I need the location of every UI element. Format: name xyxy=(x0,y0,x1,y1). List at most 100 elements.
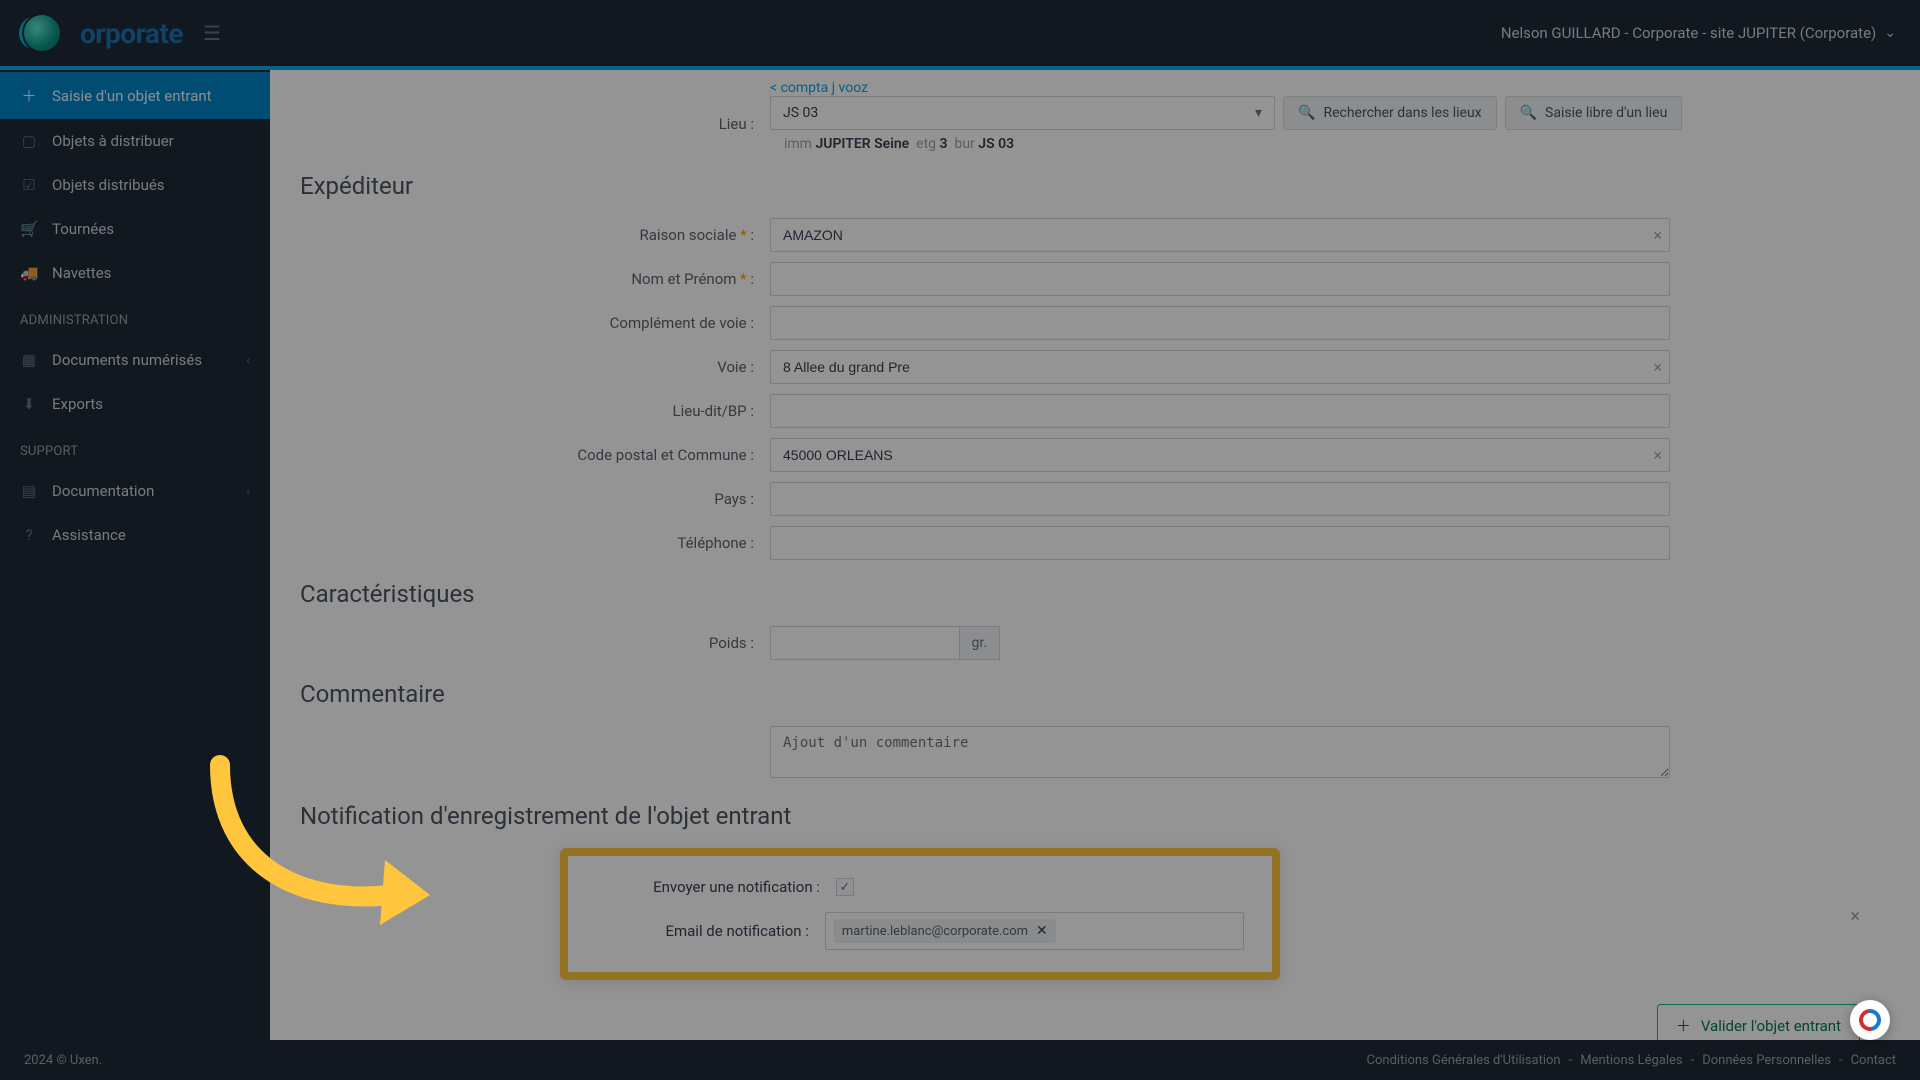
raison-sociale-input[interactable] xyxy=(770,218,1670,252)
clear-icon[interactable]: × xyxy=(1653,446,1662,465)
envoyer-notif-checkbox[interactable]: ✓ xyxy=(836,878,854,896)
chip-remove-icon[interactable]: ✕ xyxy=(1036,923,1048,939)
poids-label: Poids : xyxy=(300,634,770,652)
plus-icon: ＋ xyxy=(1676,1015,1691,1036)
pays-input[interactable] xyxy=(770,482,1670,516)
footer-link-contact[interactable]: Contact xyxy=(1851,1053,1896,1068)
search-icon: 🔍 xyxy=(1298,105,1315,121)
footer-copyright: 2024 © Uxen. xyxy=(24,1053,102,1068)
clear-email-icon[interactable]: × xyxy=(1850,906,1860,927)
sidebar-section-support: SUPPORT xyxy=(0,426,270,469)
support-chat-icon xyxy=(1855,1005,1886,1036)
complement-voie-label: Complément de voie : xyxy=(300,314,770,332)
lieu-value: JS 03 xyxy=(783,105,818,121)
sidebar-item-label: Tournées xyxy=(52,220,114,238)
sidebar-item-objets-distribues[interactable]: ☑ Objets distribués xyxy=(0,163,270,207)
search-lieux-button[interactable]: 🔍 Rechercher dans les lieux xyxy=(1283,96,1497,130)
sidebar-item-tournees[interactable]: 🛒 Tournées xyxy=(0,207,270,251)
chevron-down-icon: ⌄ xyxy=(1884,25,1896,41)
sidebar-item-objets-distribuer[interactable]: ▢ Objets à distribuer xyxy=(0,119,270,163)
sidebar-item-label: Saisie d'un objet entrant xyxy=(52,87,212,105)
clear-icon[interactable]: × xyxy=(1653,226,1662,245)
telephone-label: Téléphone : xyxy=(300,534,770,552)
sidebar-section-administration: ADMINISTRATION xyxy=(0,295,270,338)
brand-block: orporate ☰ xyxy=(24,15,221,51)
validate-button[interactable]: ＋ Valider l'objet entrant xyxy=(1657,1004,1860,1040)
truck-icon: 🚚 xyxy=(20,264,38,282)
notification-panel: Envoyer une notification : ✓ Email de no… xyxy=(560,848,1280,980)
download-icon: ⬇ xyxy=(20,395,38,413)
sidebar-item-documentation[interactable]: ▤ Documentation ‹ xyxy=(0,469,270,513)
nom-prenom-label: Nom et Prénom * : xyxy=(300,270,770,288)
button-label: Saisie libre d'un lieu xyxy=(1545,105,1667,121)
cart-icon: 🛒 xyxy=(20,220,38,238)
grid-icon: ▦ xyxy=(20,351,38,369)
user-menu[interactable]: Nelson GUILLARD - Corporate - site JUPIT… xyxy=(1501,24,1896,42)
caret-down-icon: ▾ xyxy=(1255,105,1262,121)
chevron-left-icon: ‹ xyxy=(246,353,250,367)
footer: 2024 © Uxen. Conditions Générales d'Util… xyxy=(0,1040,1920,1080)
cp-commune-label: Code postal et Commune : xyxy=(300,446,770,464)
clear-icon[interactable]: × xyxy=(1653,358,1662,377)
sidebar-item-saisie-entrant[interactable]: ＋ Saisie d'un objet entrant xyxy=(0,72,270,119)
comment-textarea[interactable] xyxy=(770,726,1670,778)
email-chip-text: martine.leblanc@corporate.com xyxy=(842,924,1028,939)
sidebar-item-exports[interactable]: ⬇ Exports xyxy=(0,382,270,426)
email-chip: martine.leblanc@corporate.com ✕ xyxy=(834,919,1056,943)
support-chat-button[interactable] xyxy=(1850,1000,1890,1040)
section-expediteur: Expéditeur xyxy=(300,172,1890,200)
sidebar-item-navettes[interactable]: 🚚 Navettes xyxy=(0,251,270,295)
chevron-left-icon: ‹ xyxy=(246,484,250,498)
cp-commune-input[interactable] xyxy=(770,438,1670,472)
sidebar-item-label: Objets à distribuer xyxy=(52,132,174,150)
poids-unit: gr. xyxy=(960,626,1000,660)
sidebar-item-documents-numerises[interactable]: ▦ Documents numérisés ‹ xyxy=(0,338,270,382)
section-caracteristiques: Caractéristiques xyxy=(300,580,1890,608)
lieu-dit-input[interactable] xyxy=(770,394,1670,428)
email-notif-input[interactable]: martine.leblanc@corporate.com ✕ xyxy=(825,912,1244,950)
menu-toggle-icon[interactable]: ☰ xyxy=(203,21,221,45)
pays-label: Pays : xyxy=(300,490,770,508)
lieu-select[interactable]: JS 03 ▾ xyxy=(770,96,1275,130)
sidebar-item-label: Assistance xyxy=(52,526,126,544)
voie-input[interactable] xyxy=(770,350,1670,384)
help-icon: ? xyxy=(20,526,38,544)
check-square-icon: ☑ xyxy=(20,176,38,194)
section-commentaire: Commentaire xyxy=(300,680,1890,708)
sidebar-item-label: Objets distribués xyxy=(52,176,165,194)
section-notification: Notification d'enregistrement de l'objet… xyxy=(300,802,1890,830)
voie-label: Voie : xyxy=(300,358,770,376)
square-icon: ▢ xyxy=(20,132,38,150)
raison-sociale-label: Raison sociale * : xyxy=(300,226,770,244)
sidebar-item-label: Documents numérisés xyxy=(52,351,202,369)
poids-input[interactable] xyxy=(770,626,960,660)
main-content: < compta j vooz Lieu : JS 03 ▾ imm JUPIT… xyxy=(270,70,1920,1040)
plus-icon: ＋ xyxy=(20,85,38,106)
nom-prenom-input[interactable] xyxy=(770,262,1670,296)
complement-voie-input[interactable] xyxy=(770,306,1670,340)
footer-link-mentions[interactable]: Mentions Légales xyxy=(1580,1053,1682,1068)
sidebar-item-label: Documentation xyxy=(52,482,154,500)
top-hint-text: < compta j vooz xyxy=(300,70,1890,96)
footer-link-donnees[interactable]: Données Personnelles xyxy=(1702,1053,1831,1068)
search-icon: 🔍 xyxy=(1520,105,1537,121)
brand-name: orporate xyxy=(80,17,183,50)
lieu-dit-label: Lieu-dit/BP : xyxy=(300,402,770,420)
sidebar: ＋ Saisie d'un objet entrant ▢ Objets à d… xyxy=(0,70,270,1040)
free-lieu-button[interactable]: 🔍 Saisie libre d'un lieu xyxy=(1505,96,1683,130)
sidebar-item-label: Exports xyxy=(52,395,103,413)
brand-logo-icon xyxy=(24,15,60,51)
telephone-input[interactable] xyxy=(770,526,1670,560)
button-label: Rechercher dans les lieux xyxy=(1323,105,1481,121)
user-line-text: Nelson GUILLARD - Corporate - site JUPIT… xyxy=(1501,24,1876,42)
lieu-label: Lieu : xyxy=(300,115,770,133)
footer-link-cgu[interactable]: Conditions Générales d'Utilisation xyxy=(1367,1053,1561,1068)
email-notif-label: Email de notification : xyxy=(596,922,825,940)
sidebar-item-label: Navettes xyxy=(52,264,111,282)
doc-icon: ▤ xyxy=(20,482,38,500)
sidebar-item-assistance[interactable]: ? Assistance xyxy=(0,513,270,557)
lieu-breadcrumb: imm JUPITER Seine etg 3 bur JS 03 xyxy=(770,136,1275,152)
envoyer-notif-label: Envoyer une notification : xyxy=(596,878,836,896)
topbar: orporate ☰ Nelson GUILLARD - Corporate -… xyxy=(0,0,1920,70)
validate-button-label: Valider l'objet entrant xyxy=(1701,1017,1841,1035)
